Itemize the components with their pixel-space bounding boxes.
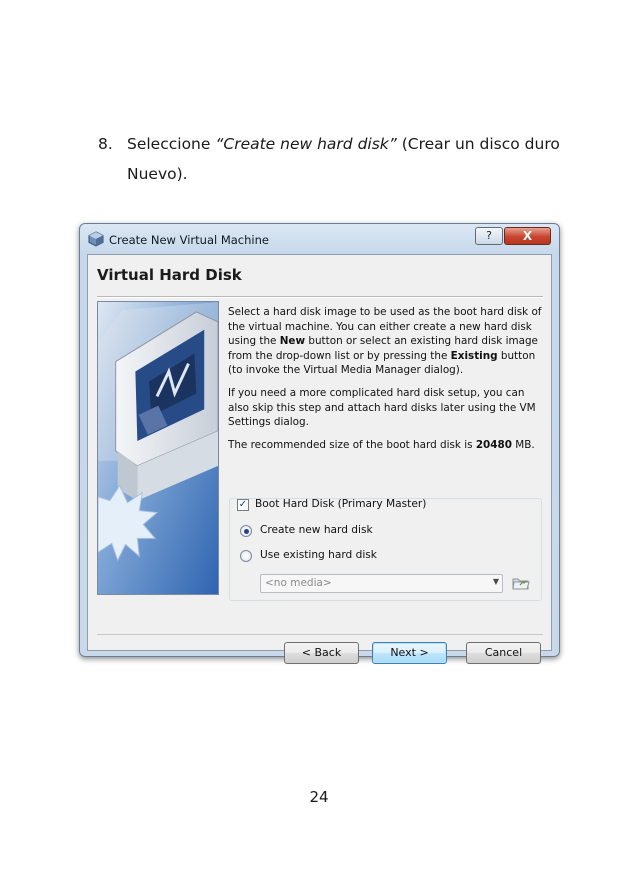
header-divider [97,296,543,298]
step-number: 8. [98,135,113,153]
use-existing-radio[interactable] [240,550,252,562]
page-title: Virtual Hard Disk [97,266,242,284]
description-text: The recommended size of the boot hard di… [228,438,476,451]
boot-disk-checkbox[interactable]: ✓ [237,499,249,511]
description-paragraph-2: If you need a more complicated hard disk… [228,386,536,429]
window-title: Create New Virtual Machine [109,233,269,247]
description-paragraph-1: Select a hard disk image to be used as t… [228,305,544,378]
title-bar[interactable]: Create New Virtual Machine ? X [80,224,559,254]
boot-disk-label[interactable]: Boot Hard Disk (Primary Master) [255,498,426,510]
sun-monitor-wizard-art [97,301,219,595]
step-text-before: Seleccione [127,135,216,153]
media-select[interactable]: <no media> ▼ [260,574,503,593]
close-button[interactable]: X [504,227,551,245]
chevron-down-icon: ▼ [492,577,499,586]
recommended-size-value: 20480 [475,438,512,451]
cancel-button[interactable]: Cancel [466,642,541,664]
create-vm-dialog: Create New Virtual Machine ? X Virtual H… [79,223,560,664]
use-existing-label[interactable]: Use existing hard disk [260,549,377,561]
create-new-radio[interactable] [240,525,252,537]
virtualbox-icon [88,231,104,247]
help-button[interactable]: ? [475,227,503,245]
open-media-folder-icon[interactable] [511,573,531,593]
back-button[interactable]: < Back [284,642,359,664]
description-new-keyword: New [279,335,306,348]
step-text-emphasis: “Create new hard disk” [215,135,397,153]
radio-selected-dot [243,528,249,534]
description-paragraph-3: The recommended size of the boot hard di… [228,438,544,453]
next-button[interactable]: Next > [372,642,447,664]
description: Select a hard disk image to be used as t… [228,305,544,460]
step-text: Seleccione “Create new hard disk” (Crear… [127,129,567,189]
footer-divider [97,634,543,635]
create-new-label[interactable]: Create new hard disk [260,524,373,536]
page-number: 24 [309,788,329,806]
description-text: MB. [511,438,535,451]
description-existing-keyword: Existing [450,349,498,362]
media-select-value: <no media> [265,577,332,589]
wizard-page: Virtual Hard Disk Select a hard disk ima… [87,254,552,664]
